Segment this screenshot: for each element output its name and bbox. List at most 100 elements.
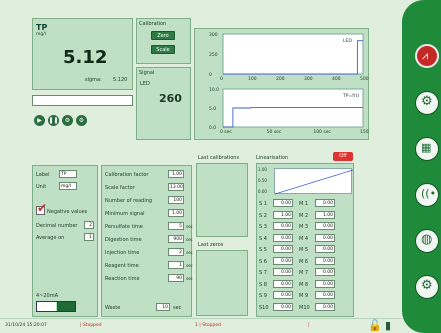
param-field[interactable]: 5 (168, 222, 184, 230)
last-zeros-title: Last zeros (198, 242, 224, 248)
signal-panel: Signal LED 260 (136, 67, 191, 140)
label-field[interactable]: TP (59, 170, 77, 178)
param-field[interactable]: 1.00 (168, 209, 184, 217)
lin-m-value[interactable]: 0.00 (315, 268, 335, 276)
lin-s-value[interactable]: 0.00 (273, 199, 293, 207)
unit-label: Unit (36, 184, 47, 190)
param-label: Minimum signal (105, 211, 145, 217)
lin-s-value[interactable]: 0.00 (273, 291, 293, 299)
lin-s-label: S 1 (259, 201, 267, 207)
lin-tick: 1.00 (258, 167, 267, 172)
lin-tick: 0.50 (258, 178, 267, 183)
waste-field[interactable]: 10 (156, 303, 170, 311)
lin-m-value[interactable]: 0.00 (315, 291, 335, 299)
lin-m-value[interactable]: 0.00 (315, 279, 335, 288)
waste-unit: sec (173, 305, 182, 311)
lin-s-label: S 7 (259, 270, 267, 276)
param-unit: sec (186, 263, 193, 268)
lin-m-label: M 8 (299, 281, 309, 288)
lin-s-label: S 8 (259, 281, 267, 288)
param-label: Persulfate time (105, 224, 143, 230)
lin-m-label: M 3 (299, 224, 309, 230)
param-label: Scale factor (105, 185, 135, 191)
param-field[interactable]: 900 (168, 235, 184, 243)
linearisation-table: S 1 0.00 M 1 0.00 S 2 1.00 M 2 1.00 S 3 0.00 M 3 0.… (257, 199, 355, 317)
unlock-icon[interactable]: 🔓 (368, 319, 382, 332)
y-tick-label: 300 (209, 32, 218, 38)
charts-panel: 300 250 0 0 100 200 300 400 500 LED 10.0 5.0 0.0 0 se… (194, 28, 370, 140)
lin-s-label: S 2 (259, 212, 267, 219)
status-separator: | (308, 323, 310, 328)
pause-button[interactable]: ❚❚ (48, 115, 59, 126)
param-field[interactable]: 2 (168, 248, 184, 256)
measurement-value: 5.12 (63, 47, 108, 68)
lin-s-value[interactable]: 0.00 (273, 302, 293, 311)
gear-icon: ⚙ (421, 94, 433, 109)
signal-title: Signal (139, 70, 155, 76)
calendar-nav-icon[interactable]: ▦ (415, 137, 439, 161)
param-field[interactable]: 1.00 (168, 170, 184, 178)
pump-button[interactable]: ⚙ (62, 115, 73, 126)
param-field[interactable]: 100 (168, 196, 184, 204)
x-tick-label: 100 (248, 76, 257, 82)
average-field[interactable]: 1 (84, 233, 94, 241)
lin-s-value[interactable]: 0.00 (273, 233, 293, 242)
x-tick-label: 400 (332, 76, 341, 82)
lin-m-value[interactable]: 0.00 (315, 233, 335, 242)
lin-m-value[interactable]: 0.00 (315, 222, 335, 230)
param-label: Number of reading (105, 198, 153, 204)
lin-m-label: M 5 (299, 247, 309, 253)
message-field (32, 95, 133, 106)
measure-nav-icon[interactable]: ⩘ (415, 44, 439, 68)
last-zeros-panel (196, 250, 248, 316)
lin-m-value[interactable]: 0.00 (315, 199, 335, 207)
y-tick-label: 250 (209, 52, 218, 58)
lin-s-value[interactable]: 0.00 (273, 279, 293, 288)
analog-toggle[interactable] (36, 301, 76, 312)
signal-led-label: LED (140, 81, 150, 87)
analog-label: 4~20mA (36, 293, 59, 299)
lin-m-value[interactable]: 0.00 (315, 256, 335, 265)
network-nav-icon[interactable]: ◍ (415, 229, 439, 253)
decimal-label: Decimal number (36, 223, 78, 229)
negative-checkbox[interactable]: ✔ (36, 201, 47, 215)
last-calibrations-panel (196, 163, 248, 237)
lin-s-label: S 5 (259, 247, 267, 253)
param-field[interactable]: 90 (168, 274, 184, 282)
x-tick-label: 200 (276, 76, 285, 82)
lin-s-value[interactable]: 0.00 (273, 245, 293, 253)
param-field[interactable]: 13.00 (168, 183, 184, 191)
lin-s-value[interactable]: 0.00 (273, 268, 293, 276)
communication-nav-icon[interactable]: ((•)) (415, 183, 441, 207)
service-nav-icon[interactable]: ⚙ (415, 275, 439, 299)
play-button[interactable]: ▶ (34, 115, 45, 126)
login-icon[interactable]: ▮ (385, 319, 391, 332)
scale-button[interactable]: Scale (151, 45, 175, 54)
lin-m-value[interactable]: 1.00 (315, 210, 335, 219)
decimal-field[interactable]: 2 (84, 221, 94, 229)
status-state-1: | Stopped (80, 323, 102, 328)
lin-m-value[interactable]: 0.00 (315, 302, 335, 311)
lin-m-value[interactable]: 0.00 (315, 245, 335, 253)
y-tick-label: 10.0 (209, 87, 219, 93)
lin-m-label: M 2 (299, 212, 309, 219)
linearisation-badge[interactable]: Off (333, 152, 353, 161)
param-label: Reaction time (105, 276, 140, 282)
parameter-unit: mg/l (36, 32, 47, 37)
legend-label: TP=f(t) (342, 93, 359, 99)
zero-button[interactable]: Zero (151, 31, 175, 40)
settings-nav-icon[interactable]: ⚙ (415, 91, 439, 115)
lin-s-value[interactable]: 0.00 (273, 222, 293, 230)
param-field[interactable]: 1 (168, 261, 184, 269)
negative-label: Negative values (47, 209, 88, 215)
param-label: Injection time (105, 250, 140, 256)
status-bar: 31/10/24 15:20:07 | Stopped 1 | Stopped … (0, 318, 402, 333)
wrench-gear-icon: ⚙ (421, 278, 433, 293)
parameters-mid: Calibration factor 1.00 Scale factor 13.00 N… (101, 165, 193, 317)
settings-button[interactable]: ⚙ (76, 115, 87, 126)
x-tick-label: 300 (304, 76, 313, 82)
unit-field[interactable]: mg/l (59, 182, 77, 190)
lin-s-value[interactable]: 0.00 (273, 256, 293, 265)
lin-s-value[interactable]: 1.00 (273, 210, 293, 219)
param-label: Digestion time (105, 237, 142, 243)
